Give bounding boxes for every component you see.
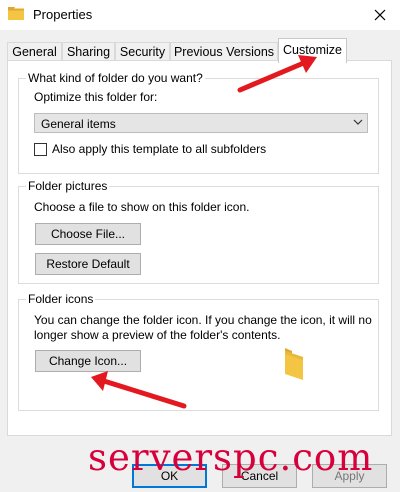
folder-pictures-description: Choose a file to show on this folder ico… bbox=[34, 200, 250, 214]
folder-type-group: What kind of folder do you want? Optimiz… bbox=[18, 71, 379, 174]
tab-general[interactable]: General bbox=[7, 42, 62, 61]
optimize-dropdown-value: General items bbox=[41, 117, 116, 131]
folder-icons-description-1: You can change the folder icon. If you c… bbox=[34, 313, 372, 327]
change-icon-button[interactable]: Change Icon... bbox=[35, 350, 141, 372]
tab-security[interactable]: Security bbox=[115, 42, 170, 61]
chevron-down-icon bbox=[353, 119, 363, 125]
apply-subfolders-label: Also apply this template to all subfolde… bbox=[52, 142, 267, 156]
folder-icon bbox=[8, 7, 24, 20]
tab-customize[interactable]: Customize bbox=[278, 38, 347, 63]
customize-panel: What kind of folder do you want? Optimiz… bbox=[7, 60, 392, 436]
dialog-body: General Sharing Security Previous Versio… bbox=[0, 30, 400, 492]
restore-default-button[interactable]: Restore Default bbox=[35, 253, 141, 275]
tab-previous-versions[interactable]: Previous Versions bbox=[170, 42, 278, 61]
tab-sharing[interactable]: Sharing bbox=[62, 42, 115, 61]
optimize-label: Optimize this folder for: bbox=[34, 90, 158, 104]
title-bar: Properties bbox=[0, 0, 400, 30]
choose-file-button[interactable]: Choose File... bbox=[35, 223, 141, 245]
folder-preview-icon bbox=[285, 348, 303, 380]
close-button[interactable] bbox=[360, 0, 400, 30]
folder-type-group-label: What kind of folder do you want? bbox=[26, 71, 205, 85]
folder-pictures-group-label: Folder pictures bbox=[26, 179, 110, 193]
folder-icons-group-label: Folder icons bbox=[26, 292, 96, 306]
window-title: Properties bbox=[33, 7, 93, 22]
folder-pictures-group: Folder pictures Choose a file to show on… bbox=[18, 179, 379, 284]
apply-subfolders-checkbox[interactable] bbox=[34, 143, 47, 156]
folder-icons-description-2: longer show a preview of the folder's co… bbox=[34, 328, 281, 342]
close-icon bbox=[374, 9, 386, 21]
watermark: serverspc.com bbox=[88, 436, 374, 479]
folder-icons-group: Folder icons You can change the folder i… bbox=[18, 292, 379, 411]
optimize-dropdown[interactable]: General items bbox=[34, 113, 368, 133]
